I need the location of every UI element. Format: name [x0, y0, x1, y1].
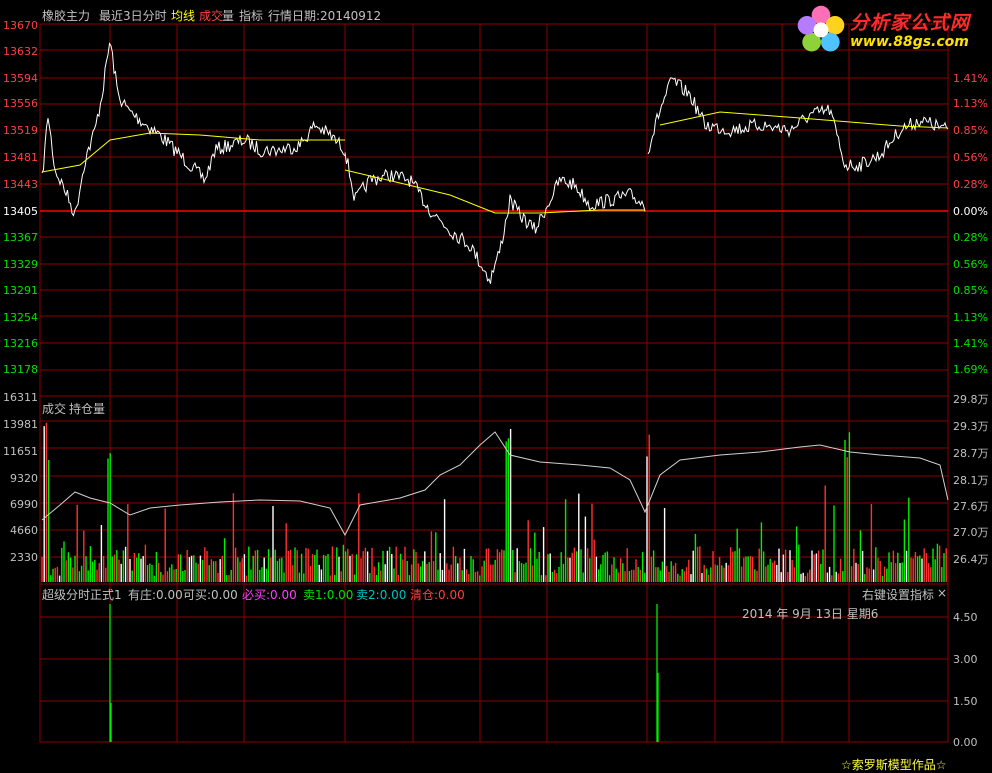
indicator-item-label: 可买: [183, 588, 212, 602]
avg-line-label[interactable]: 均线 [171, 7, 195, 24]
indicator-item: 可买:0.00 [183, 586, 238, 603]
indicator-item-value: 0.00 [438, 588, 465, 602]
price-axis-label: 13670 [3, 19, 38, 32]
indicator-axis-label: 1.50 [953, 695, 978, 708]
price-axis-label: 13632 [3, 45, 38, 58]
indicator-item-value: 0.00 [379, 588, 407, 602]
volume-toggle-a[interactable]: 成交 [199, 7, 223, 24]
price-axis-label: 13594 [3, 72, 38, 85]
open-interest-line [41, 431, 949, 537]
chart-canvas[interactable] [0, 0, 992, 773]
indicator-item-label: 有庄: [128, 588, 157, 602]
price-pct-label: 1.13% [953, 311, 988, 324]
price-axis-label: 13556 [3, 97, 38, 110]
flower-logo-icon [797, 5, 845, 52]
oi-axis-label: 27.0万 [953, 526, 989, 539]
volume-panel[interactable] [41, 422, 949, 582]
indicator-item-value: 0.00 [270, 588, 297, 602]
indicator-axis-label: 4.50 [953, 611, 978, 624]
indicator-item: 有庄:0.00 [128, 586, 183, 603]
price-axis-label: 13254 [3, 311, 38, 324]
price-axis-label: 13481 [3, 151, 38, 164]
indicator-axis-label: 3.00 [953, 653, 978, 666]
volume-axis-label: 13981 [3, 418, 38, 431]
price-pct-label: 1.41% [953, 72, 988, 85]
logo-title: 分析家公式网 [850, 12, 971, 34]
volume-title-a: 成交 [42, 402, 67, 416]
price-axis-label: 13367 [3, 231, 38, 244]
indicator-item: 卖1:0.00 [303, 586, 353, 603]
volume-axis-label: 16311 [3, 391, 38, 404]
volume-title-b: 持仓量 [69, 402, 106, 416]
oi-axis-label: 29.8万 [953, 393, 989, 406]
volume-axis-label: 6990 [10, 498, 38, 511]
price-panel[interactable] [41, 42, 949, 284]
price-pct-label: 0.85% [953, 124, 988, 137]
price-axis-label: 13178 [3, 363, 38, 376]
footer-credit: ☆索罗斯模型作品☆ [841, 758, 947, 772]
indicator-axis-label: 0.00 [953, 736, 978, 749]
price-axis-label: 13443 [3, 178, 38, 191]
avg-line [344, 169, 645, 214]
indicator-item: 必买:0.00 [242, 586, 297, 603]
price-pct-label: 0.56% [953, 151, 988, 164]
oi-axis-label: 27.6万 [953, 500, 989, 513]
price-pct-label: 1.13% [953, 97, 988, 110]
grid-lines [39, 23, 949, 743]
volume-axis-label: 9320 [10, 472, 38, 485]
price-axis-label: 13216 [3, 337, 38, 350]
price-pct-label: 1.69% [953, 363, 988, 376]
indicator-settings[interactable]: 右键设置指标 [862, 586, 934, 603]
indicator-panel[interactable] [109, 604, 659, 742]
indicator-item-label: 必买: [242, 588, 271, 602]
price-axis-label: 13405 [3, 205, 38, 218]
logo-url: www.88gs.com [850, 34, 969, 50]
volume-axis-label: 2330 [10, 551, 38, 564]
indicator-item-value: 0.00 [326, 588, 354, 602]
indicator-item: 卖2:0.00 [356, 586, 406, 603]
price-pct-label: 0.28% [953, 178, 988, 191]
oi-axis-label: 28.1万 [953, 474, 989, 487]
market-date: 行情日期:20140912 [268, 9, 382, 23]
period-label[interactable]: 最近3日分时 [99, 7, 167, 24]
indicator-item-label: 清仓: [410, 588, 439, 602]
panel-border [39, 23, 949, 585]
volume-axis-label: 4660 [10, 524, 38, 537]
indicator-name[interactable]: 超级分时正式1 [42, 586, 122, 603]
oi-axis-label: 28.7万 [953, 447, 989, 460]
instrument-name: 橡胶主力 [42, 9, 91, 23]
volume-toggle-b[interactable]: 量 [222, 7, 234, 24]
indicator-item-value: 0.00 [156, 588, 183, 602]
close-icon[interactable]: × [937, 586, 947, 600]
price-pct-label: 0.85% [953, 284, 988, 297]
indicator-item-value: 0.00 [211, 588, 238, 602]
oi-axis-label: 29.3万 [953, 420, 989, 433]
price-axis-label: 13329 [3, 258, 38, 271]
oi-axis-label: 26.4万 [953, 553, 989, 566]
date-display: 2014 年 9月 13日 星期6 [742, 607, 879, 621]
price-pct-label: 0.56% [953, 258, 988, 271]
indicator-item-label: 卖2: [356, 588, 380, 602]
price-pct-label: 1.41% [953, 337, 988, 350]
price-axis-label: 13291 [3, 284, 38, 297]
price-pct-label: 0.28% [953, 231, 988, 244]
indicator-item-label: 卖1: [303, 588, 327, 602]
indicator-item: 清仓:0.00 [410, 586, 465, 603]
price-pct-label: 0.00% [953, 205, 988, 218]
price-axis-label: 13519 [3, 124, 38, 137]
volume-axis-label: 11651 [3, 445, 38, 458]
indicator-menu[interactable]: 指标 [239, 7, 263, 24]
